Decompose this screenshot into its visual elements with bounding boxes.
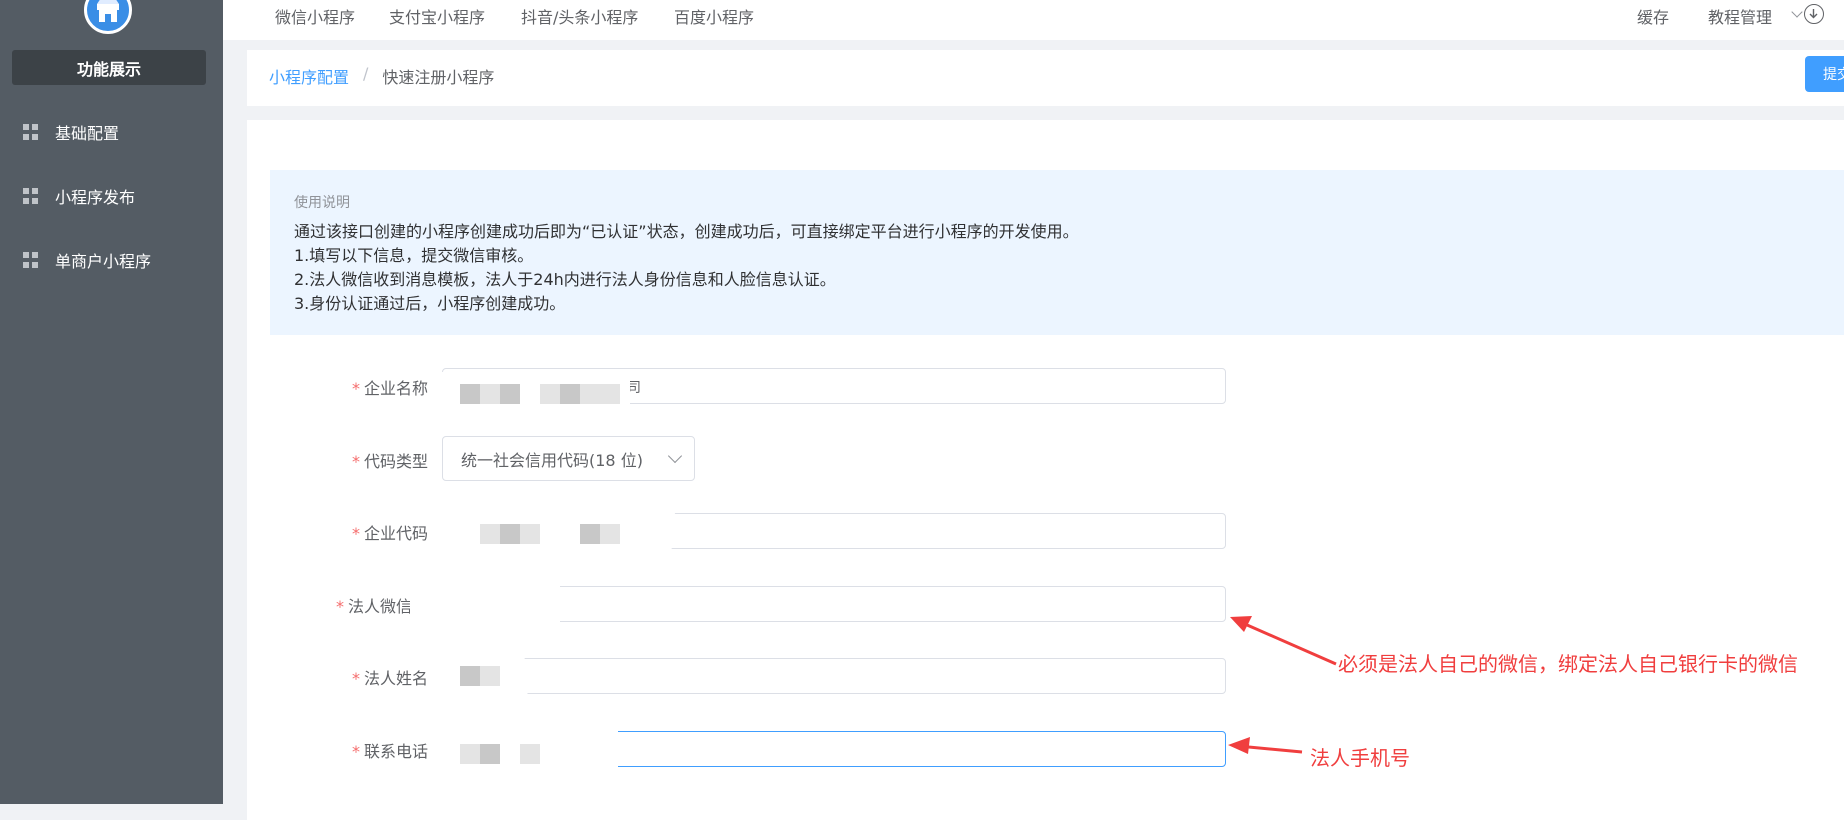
sidebar-item-basic-config[interactable]: 基础配置	[0, 108, 223, 156]
redaction-pixel	[600, 524, 620, 544]
grid-icon	[23, 252, 39, 268]
redaction-pixel	[480, 524, 500, 544]
grid-icon	[23, 188, 39, 204]
company-code-label: * 企业代码	[352, 524, 429, 543]
redaction-pixel	[580, 384, 600, 404]
chevron-down-icon	[667, 448, 683, 464]
cache-button[interactable]: 缓存	[1637, 4, 1669, 28]
code-type-select[interactable]: 统一社会信用代码(18 位)	[442, 436, 695, 481]
tab-wechat-mini[interactable]: 微信小程序	[275, 4, 355, 28]
sidebar-item-single-merchant[interactable]: 单商户小程序	[0, 236, 223, 284]
notice-line: 2.法人微信收到消息模板，法人于24h内进行法人身份信息和人脸信息认证。	[294, 270, 836, 289]
notice-line: 1.填写以下信息，提交微信审核。	[294, 246, 534, 265]
legal-name-label: * 法人姓名	[352, 669, 429, 688]
redaction-pixel	[460, 666, 480, 686]
redaction-pixel	[580, 524, 600, 544]
redaction-pixel	[480, 744, 500, 764]
redaction-pixel	[540, 384, 560, 404]
notice-line: 3.身份认证通过后，小程序创建成功。	[294, 294, 566, 313]
sidebar-item-mini-publish[interactable]: 小程序发布	[0, 172, 223, 220]
redaction-pixel	[480, 384, 500, 404]
notice-line: 通过该接口创建的小程序创建成功后即为“已认证”状态，创建成功后，可直接绑定平台进…	[294, 222, 1079, 241]
redaction-pixel	[460, 384, 480, 404]
redaction-pixel	[460, 744, 480, 764]
annotation-arrow	[1228, 737, 1303, 754]
tutorial-manage-menu[interactable]: 教程管理	[1708, 4, 1772, 28]
tab-baidu-mini[interactable]: 百度小程序	[674, 4, 754, 28]
chevron-down-icon	[1791, 6, 1803, 18]
annotation-arrow	[1230, 616, 1337, 666]
redaction-pixel	[600, 384, 620, 404]
grid-icon	[23, 124, 39, 140]
redaction-pixel	[480, 666, 500, 686]
sidebar: 功能展示 基础配置 小程序发布 单商户小程序	[0, 0, 223, 804]
redaction-mask	[438, 504, 678, 554]
redaction-pixel	[520, 744, 540, 764]
code-type-value: 统一社会信用代码(18 位)	[461, 450, 643, 470]
notice-title: 使用说明	[294, 195, 350, 211]
redaction-pixel	[520, 524, 540, 544]
breadcrumb-separator: /	[363, 64, 369, 83]
legal-wechat-label: * 法人微信	[336, 597, 413, 616]
breadcrumb-root-link[interactable]: 小程序配置	[269, 64, 349, 88]
usage-notice: 使用说明 通过该接口创建的小程序创建成功后即为“已认证”状态，创建成功后，可直接…	[270, 170, 1844, 335]
company-name-label: * 企业名称	[352, 379, 429, 398]
breadcrumb: 小程序配置 / 快速注册小程序	[269, 64, 494, 88]
breadcrumb-card: 小程序配置 / 快速注册小程序	[247, 50, 1844, 106]
tab-alipay-mini[interactable]: 支付宝小程序	[389, 4, 485, 28]
sidebar-item-label: 基础配置	[55, 124, 120, 143]
phone-annotation: 法人手机号	[1310, 746, 1410, 770]
wechat-annotation: 必须是法人自己的微信，绑定法人自己银行卡的微信	[1338, 652, 1798, 676]
redaction-pixel	[500, 384, 520, 404]
tab-douyin-mini[interactable]: 抖音/头条小程序	[521, 4, 638, 28]
legal-name-input[interactable]	[442, 658, 1226, 694]
submit-button[interactable]: 提交	[1805, 56, 1844, 92]
redaction-pixel	[500, 524, 520, 544]
code-type-label: * 代码类型	[352, 452, 429, 471]
store-icon	[84, 0, 132, 34]
breadcrumb-current: 快速注册小程序	[382, 68, 495, 87]
sidebar-item-label: 单商户小程序	[55, 252, 152, 271]
redaction-pixel	[560, 384, 580, 404]
phone-label: * 联系电话	[352, 742, 429, 761]
download-icon[interactable]	[1804, 4, 1824, 24]
sidebar-item-label: 小程序发布	[55, 188, 136, 207]
sidebar-brand: 功能展示	[12, 50, 206, 85]
redaction-mask	[410, 580, 560, 626]
top-nav: 微信小程序 支付宝小程序 抖音/头条小程序 百度小程序 缓存 教程管理	[223, 0, 1844, 40]
